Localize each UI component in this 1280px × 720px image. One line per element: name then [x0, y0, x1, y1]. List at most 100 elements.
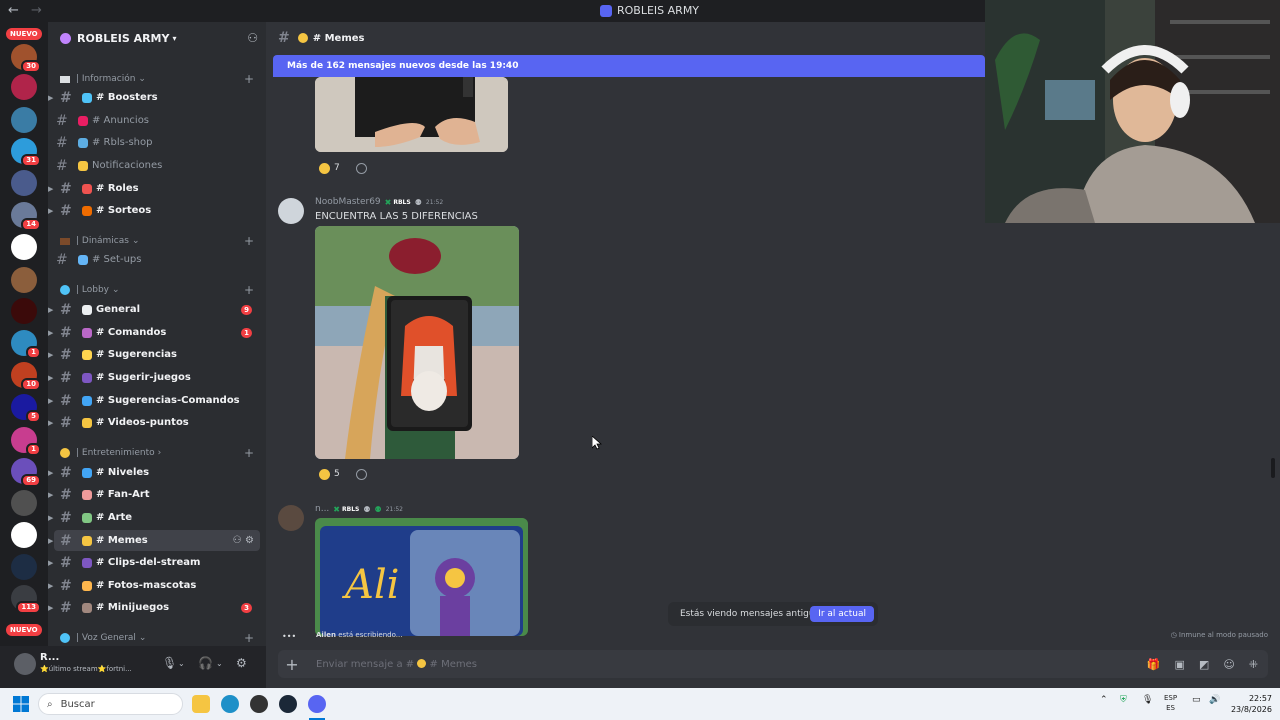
taskbar-search[interactable]: ⌕ Buscar	[38, 693, 183, 715]
category-entretenimiento[interactable]: | Entretenimiento › +	[48, 445, 266, 461]
apps-icon[interactable]: ⁜	[1249, 658, 1258, 671]
discord-icon[interactable]	[308, 695, 326, 713]
sticker-icon[interactable]: ◩	[1199, 658, 1209, 671]
microphone-icon[interactable]: 🎙	[1142, 695, 1153, 705]
channel-notificaciones[interactable]: # Notificaciones	[54, 155, 260, 176]
server-icon[interactable]: 1	[11, 427, 41, 456]
nuevo-badge: NUEVO	[6, 624, 42, 636]
message-image[interactable]	[315, 226, 519, 459]
category-dinamicas[interactable]: | Dinámicas ⌄ +	[48, 233, 266, 249]
message-composer[interactable]: + Enviar mensaje a # # Memes 🎁 ▣ ◩ ☺ ⁜	[278, 650, 1268, 678]
jump-to-present-button[interactable]: Ir al actual	[810, 606, 874, 622]
emoji-icon[interactable]: ☺	[1223, 658, 1234, 671]
channel-memes[interactable]: ▶ # # Memes ⚇ ⚙	[48, 530, 260, 551]
edge-icon[interactable]	[221, 695, 239, 713]
guild-header[interactable]: ROBLEIS ARMY ▾ ⚇	[48, 22, 266, 54]
add-channel-icon[interactable]: +	[244, 631, 254, 645]
channel-settings-icons[interactable]: ⚇ ⚙	[233, 535, 254, 546]
add-channel-icon[interactable]: +	[244, 234, 254, 248]
webcam-overlay	[985, 0, 1280, 223]
server-icon[interactable]: 10	[11, 362, 41, 391]
server-icon[interactable]: 30	[11, 44, 41, 73]
channel-general[interactable]: ▶ # General 9	[48, 299, 260, 320]
new-messages-banner[interactable]: Más de 162 mensajes nuevos desde las 19:…	[273, 55, 985, 77]
channel-boosters[interactable]: ▶ # # Boosters	[48, 87, 260, 108]
reaction-laugh[interactable]: 7	[319, 159, 367, 177]
channel-anuncios[interactable]: # # Anuncios	[54, 110, 260, 131]
category-informacion[interactable]: | Información ⌄ +	[48, 71, 266, 87]
channel-clips-del-stream[interactable]: ▶ # # Clips-del-stream	[48, 552, 260, 573]
channel-set-ups[interactable]: # # Set-ups	[54, 249, 260, 270]
add-channel-icon[interactable]: +	[244, 283, 254, 297]
add-channel-icon[interactable]: +	[244, 446, 254, 460]
microphone-icon[interactable]: 🎙	[162, 656, 177, 670]
channel-sugerir-juegos[interactable]: ▶ # # Sugerir-juegos	[48, 367, 260, 388]
channel-roles[interactable]: ▶ # # Roles	[48, 178, 260, 199]
forward-icon[interactable]: →	[31, 3, 42, 18]
channel-arte[interactable]: ▶ # # Arte	[48, 507, 260, 528]
channel-fotos-mascotas[interactable]: ▶ # # Fotos-mascotas	[48, 575, 260, 596]
headphones-icon[interactable]: 🎧	[198, 656, 213, 670]
globe-icon	[60, 285, 70, 295]
chevron-down-icon[interactable]: ⌄	[216, 659, 223, 668]
add-channel-icon[interactable]: +	[244, 72, 254, 86]
server-icon[interactable]	[11, 107, 37, 133]
server-icon	[600, 4, 612, 17]
server-icon[interactable]: 1	[11, 330, 41, 359]
steam-icon[interactable]	[279, 695, 297, 713]
avatar[interactable]	[278, 198, 304, 224]
reaction-laugh[interactable]: 5	[319, 465, 367, 483]
add-reaction-icon[interactable]	[355, 162, 367, 174]
server-icon[interactable]	[11, 490, 37, 516]
settings-gear-icon[interactable]: ⚙	[236, 656, 247, 670]
gift-icon[interactable]: 🎁	[1147, 658, 1161, 671]
language-indicator[interactable]: ESP ES	[1164, 693, 1177, 713]
server-icon[interactable]	[11, 74, 37, 100]
server-icon[interactable]: 5	[11, 394, 41, 423]
channel-sorteos[interactable]: ▶ # # Sorteos	[48, 200, 260, 221]
chevron-up-icon[interactable]: ⌃	[1100, 695, 1108, 705]
gif-icon[interactable]: ▣	[1175, 658, 1185, 671]
category-lobby[interactable]: | Lobby ⌄ +	[48, 282, 266, 298]
taskbar-clock[interactable]: 22:57 23/8/2026	[1231, 693, 1272, 715]
message-image[interactable]	[315, 77, 508, 152]
channel-sugerencias[interactable]: ▶ # # Sugerencias	[48, 344, 260, 365]
file-explorer-icon[interactable]	[192, 695, 210, 713]
channel-comandos[interactable]: ▶ # # Comandos 1	[48, 322, 260, 343]
channel-rbls-shop[interactable]: # # Rbls-shop	[54, 132, 260, 153]
message-image[interactable]: Ali	[315, 518, 528, 636]
invite-icon[interactable]: ⚇	[247, 31, 258, 45]
avatar[interactable]	[278, 505, 304, 531]
chevron-down-icon[interactable]: ⌄	[178, 659, 185, 668]
channel-videos-puntos[interactable]: ▶ # # Videos-puntos	[48, 412, 260, 433]
network-icon[interactable]: ▭	[1192, 695, 1201, 705]
avatar[interactable]	[14, 653, 36, 675]
server-icon[interactable]	[11, 522, 37, 548]
server-icon[interactable]	[11, 170, 37, 196]
channel-sugerencias-comandos[interactable]: ▶ # # Sugerencias-Comandos	[48, 390, 260, 411]
server-icon[interactable]: 113	[11, 585, 41, 614]
server-icon[interactable]: 14	[11, 202, 41, 231]
hash-icon: #	[278, 30, 290, 46]
channel-fan-art[interactable]: ▶ # # Fan-Art	[48, 484, 260, 505]
back-icon[interactable]: ←	[8, 3, 19, 18]
globe-icon	[60, 633, 70, 643]
security-icon[interactable]: ⛨	[1120, 695, 1127, 705]
category-voz-general[interactable]: | Voz General ⌄ +	[48, 630, 266, 646]
add-reaction-icon[interactable]	[355, 468, 367, 480]
clock-icon: ◷	[1170, 631, 1177, 639]
scrollbar[interactable]	[1271, 458, 1275, 478]
chrome-icon[interactable]	[250, 695, 268, 713]
user-panel: R... ⭐último stream⭐fortni... 🎙 ⌄ 🎧 ⌄ ⚙	[0, 646, 266, 688]
server-icon[interactable]: 69	[11, 458, 41, 487]
channel-minijuegos[interactable]: ▶ # # Minijuegos 3	[48, 597, 260, 618]
add-attachment-icon[interactable]: +	[280, 655, 304, 674]
server-icon[interactable]	[11, 267, 37, 293]
server-icon[interactable]	[11, 298, 37, 324]
server-icon[interactable]	[11, 554, 37, 580]
channel-niveles[interactable]: ▶ # # Niveles	[48, 462, 260, 483]
volume-icon[interactable]: 🔊	[1209, 695, 1220, 705]
windows-start-icon[interactable]	[13, 696, 29, 712]
server-icon[interactable]	[11, 234, 37, 260]
server-icon[interactable]: 31	[11, 138, 41, 167]
